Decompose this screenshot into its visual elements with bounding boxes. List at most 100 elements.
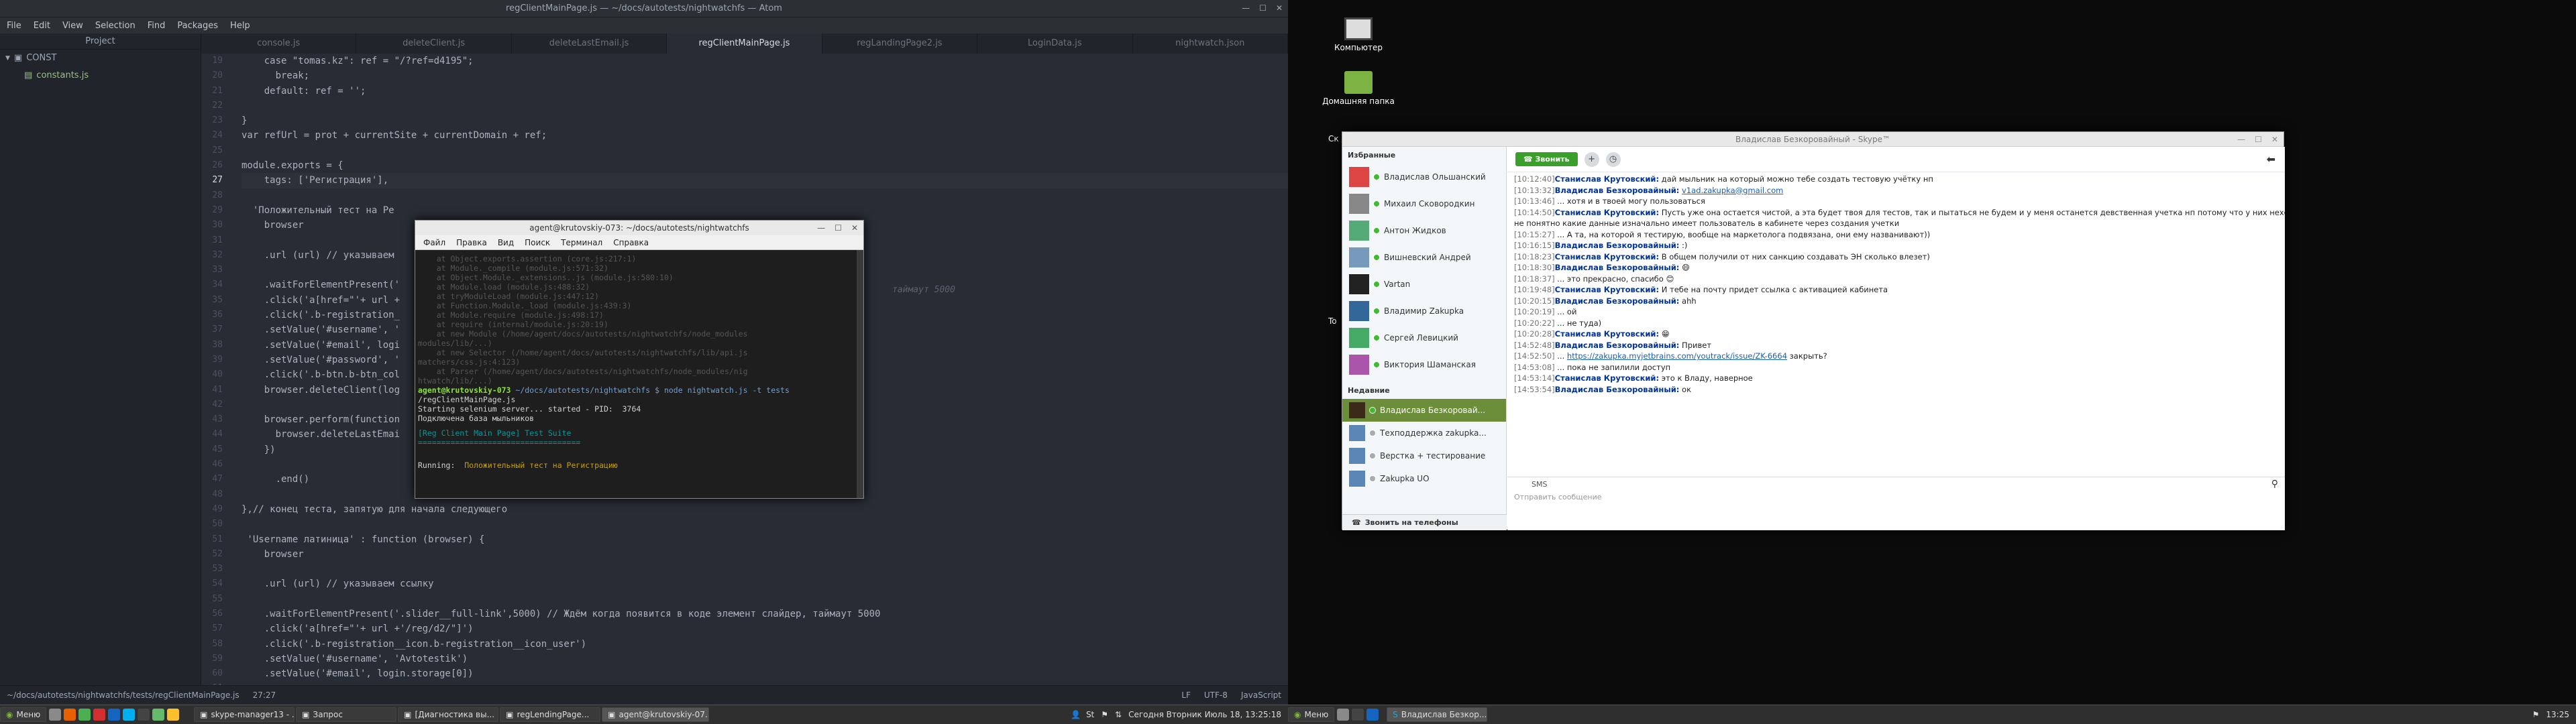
editor-tab[interactable]: LoginData.js	[977, 34, 1133, 54]
editor-tab[interactable]: console.js	[201, 34, 357, 54]
minimize-icon[interactable]: —	[817, 223, 825, 233]
status-line-ending[interactable]: LF	[1181, 690, 1191, 700]
message-text: это к Владу, наверное	[1659, 373, 1753, 383]
recent-item[interactable]: Верстка + тестирование	[1342, 444, 1506, 467]
term-menu-help[interactable]: Справка	[613, 238, 649, 247]
editor-tab[interactable]: deleteClient.js	[356, 34, 512, 54]
maximize-icon[interactable]: ☐	[1259, 3, 1267, 13]
message-text: дай мыльник на который можно тебе создат…	[1659, 174, 1933, 184]
terminal-window[interactable]: agent@krutovskiy-073: ~/docs/autotests/n…	[415, 220, 864, 499]
tree-file[interactable]: ▤ constants.js	[0, 67, 201, 84]
recent-item[interactable]: Владислав Безкоровай...	[1342, 399, 1506, 422]
opera-icon[interactable]	[93, 709, 106, 721]
firefox-icon[interactable]	[64, 709, 76, 721]
message-input[interactable]: Отправить сообщение	[1507, 491, 2285, 503]
editor-icon[interactable]	[167, 709, 180, 721]
chrome-icon[interactable]	[108, 709, 121, 721]
editor-tab[interactable]: nightwatch.json	[1133, 34, 1288, 54]
favorites-list: Владислав Ольшанский Михаил Сковородкин Ан…	[1342, 164, 1506, 378]
history-icon[interactable]: ◷	[1605, 152, 1621, 167]
task-diagnostics[interactable]: ▣ [Диагностика вы...	[398, 707, 499, 722]
desktop-icon-computer[interactable]: Компьютер	[1322, 17, 1395, 52]
user-icon[interactable]: 👤	[1071, 710, 1081, 719]
call-button[interactable]: ☎ Звонить	[1515, 152, 1578, 166]
show-desktop-icon[interactable]	[49, 709, 62, 721]
desktop-icon-home[interactable]: Домашняя папка	[1322, 71, 1395, 106]
task-request[interactable]: ▣ Запрос	[296, 707, 397, 722]
chrome-icon[interactable]	[1366, 709, 1379, 721]
flag-icon[interactable]: ⚑	[1101, 710, 1108, 719]
skype-icon[interactable]	[123, 709, 136, 721]
term-menu-search[interactable]: Поиск	[525, 238, 550, 247]
editor-tab[interactable]: regClientMainPage.js	[667, 34, 822, 54]
menu-view[interactable]: View	[62, 21, 83, 31]
terminal-body[interactable]: at Object.exports.assertion (core.js:217…	[415, 250, 863, 498]
term-menu-terminal[interactable]: Терминал	[561, 238, 602, 247]
contact-item[interactable]: Вишневский Андрей	[1342, 244, 1506, 271]
clock[interactable]: Сегодня Вторник Июль 18, 13:25:18	[1128, 710, 1281, 719]
contact-item[interactable]: Владислав Ольшанский	[1342, 164, 1506, 190]
term-menu-edit[interactable]: Правка	[456, 238, 487, 247]
contact-item[interactable]: Антон Жидков	[1342, 217, 1506, 244]
message-text: ... А та, на которой я тестирую, вообще …	[1554, 229, 1931, 239]
contact-item[interactable]: Владимир Zakupka	[1342, 298, 1506, 324]
editor-tab[interactable]: deleteLastEmail.js	[512, 34, 667, 54]
close-icon[interactable]: ✕	[851, 223, 858, 233]
task-skype-chat[interactable]: S Владислав Безкор...	[1387, 707, 1488, 722]
call-phones-button[interactable]: ☎ Звонить на телефоны	[1342, 514, 1507, 530]
contact-item[interactable]: Виктория Шаманская	[1342, 351, 1506, 378]
menu-help[interactable]: Help	[230, 21, 250, 31]
clock[interactable]: 13:25	[2546, 710, 2569, 719]
recent-item[interactable]: Техподдержка zakupka...	[1342, 422, 1506, 444]
contact-item[interactable]: Сергей Левицкий	[1342, 324, 1506, 351]
maximize-icon[interactable]: ☐	[835, 223, 842, 233]
status-file-path[interactable]: ~/docs/autotests/nightwatchfs/tests/regC…	[7, 690, 239, 700]
back-arrow-icon[interactable]: ⬅	[2267, 153, 2275, 166]
line-number: 23	[212, 115, 223, 126]
menu-find[interactable]: Find	[148, 21, 166, 31]
close-icon[interactable]: ✕	[1276, 3, 1283, 13]
contact-item[interactable]: Михаил Сковородкин	[1342, 190, 1506, 217]
status-grammar[interactable]: JavaScript	[1241, 690, 1281, 700]
start-menu-button[interactable]: ◉ Меню	[1288, 707, 1335, 722]
message-link[interactable]: v1ad.zakupka@gmail.com	[1682, 186, 1783, 195]
menu-selection[interactable]: Selection	[95, 21, 136, 31]
sms-label[interactable]: SMS	[1507, 477, 2285, 491]
maximize-icon[interactable]: ☐	[2255, 135, 2262, 144]
task-terminal[interactable]: ▣ agent@krutovskiy-07...	[602, 707, 710, 722]
close-icon[interactable]: ✕	[2271, 135, 2278, 144]
task-reglanding[interactable]: ▣ regLendingPage...	[500, 707, 601, 722]
minimize-icon[interactable]: —	[2237, 135, 2245, 144]
atom-menubar: File Edit View Selection Find Packages H…	[0, 17, 1288, 34]
status-cursor-pos[interactable]: 27:27	[253, 690, 276, 700]
term-menu-view[interactable]: Вид	[498, 238, 514, 247]
contact-item[interactable]: Vartan	[1342, 271, 1506, 298]
show-desktop-icon[interactable]	[1337, 709, 1350, 721]
message-list[interactable]: [10:12:40]Станислав Крутовский: дай мыль…	[1507, 172, 2285, 477]
menu-packages[interactable]: Packages	[177, 21, 218, 31]
start-menu-button[interactable]: ◉ Меню	[0, 707, 47, 722]
recent-item[interactable]: Zakupka UO	[1342, 467, 1506, 490]
menu-edit[interactable]: Edit	[34, 21, 50, 31]
search-icon[interactable]: ⚲	[2271, 479, 2278, 489]
terminal-icon[interactable]	[1352, 709, 1364, 721]
task-icon: ▣	[302, 710, 310, 719]
files-icon[interactable]	[78, 709, 91, 721]
editor-tab[interactable]: regLandingPage2.js	[822, 34, 978, 54]
atom-icon[interactable]	[152, 709, 165, 721]
task-skype-manager[interactable]: ▣ skype-manager13 - ...	[194, 707, 295, 722]
message-link[interactable]: https://zakupka.myjetbrains.com/youtrack…	[1567, 351, 1787, 361]
term-menu-file[interactable]: Файл	[423, 238, 445, 247]
status-icon	[1369, 452, 1376, 459]
minimize-icon[interactable]: —	[1242, 3, 1250, 13]
flag-icon[interactable]: ⚑	[2532, 710, 2540, 719]
line-number: 19	[212, 56, 223, 66]
status-encoding[interactable]: UTF-8	[1204, 690, 1228, 700]
terminal-icon[interactable]	[138, 709, 150, 721]
tree-folder[interactable]: ▼ ▣ CONST	[0, 50, 201, 67]
network-icon[interactable]: ⇅	[1115, 710, 1122, 719]
menu-file[interactable]: File	[7, 21, 21, 31]
terminal-scrollbar[interactable]	[857, 250, 863, 498]
add-participant-icon[interactable]: +	[1584, 152, 1599, 167]
